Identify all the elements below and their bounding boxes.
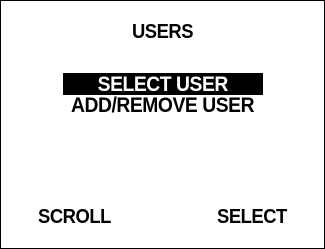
menu-item-select-user[interactable]: SELECT USER [62, 73, 263, 96]
user-menu: SELECT USER ADD/REMOVE USER [1, 73, 324, 117]
menu-item-add-remove-user[interactable]: ADD/REMOVE USER [1, 95, 324, 117]
screen-title: USERS [131, 21, 194, 43]
scroll-softkey[interactable]: SCROLL [38, 206, 111, 228]
device-screen: USERS SELECT USER ADD/REMOVE USER SCROLL… [0, 0, 325, 249]
menu-item-label: ADD/REMOVE USER [70, 94, 255, 117]
select-softkey[interactable]: SELECT [217, 206, 287, 228]
